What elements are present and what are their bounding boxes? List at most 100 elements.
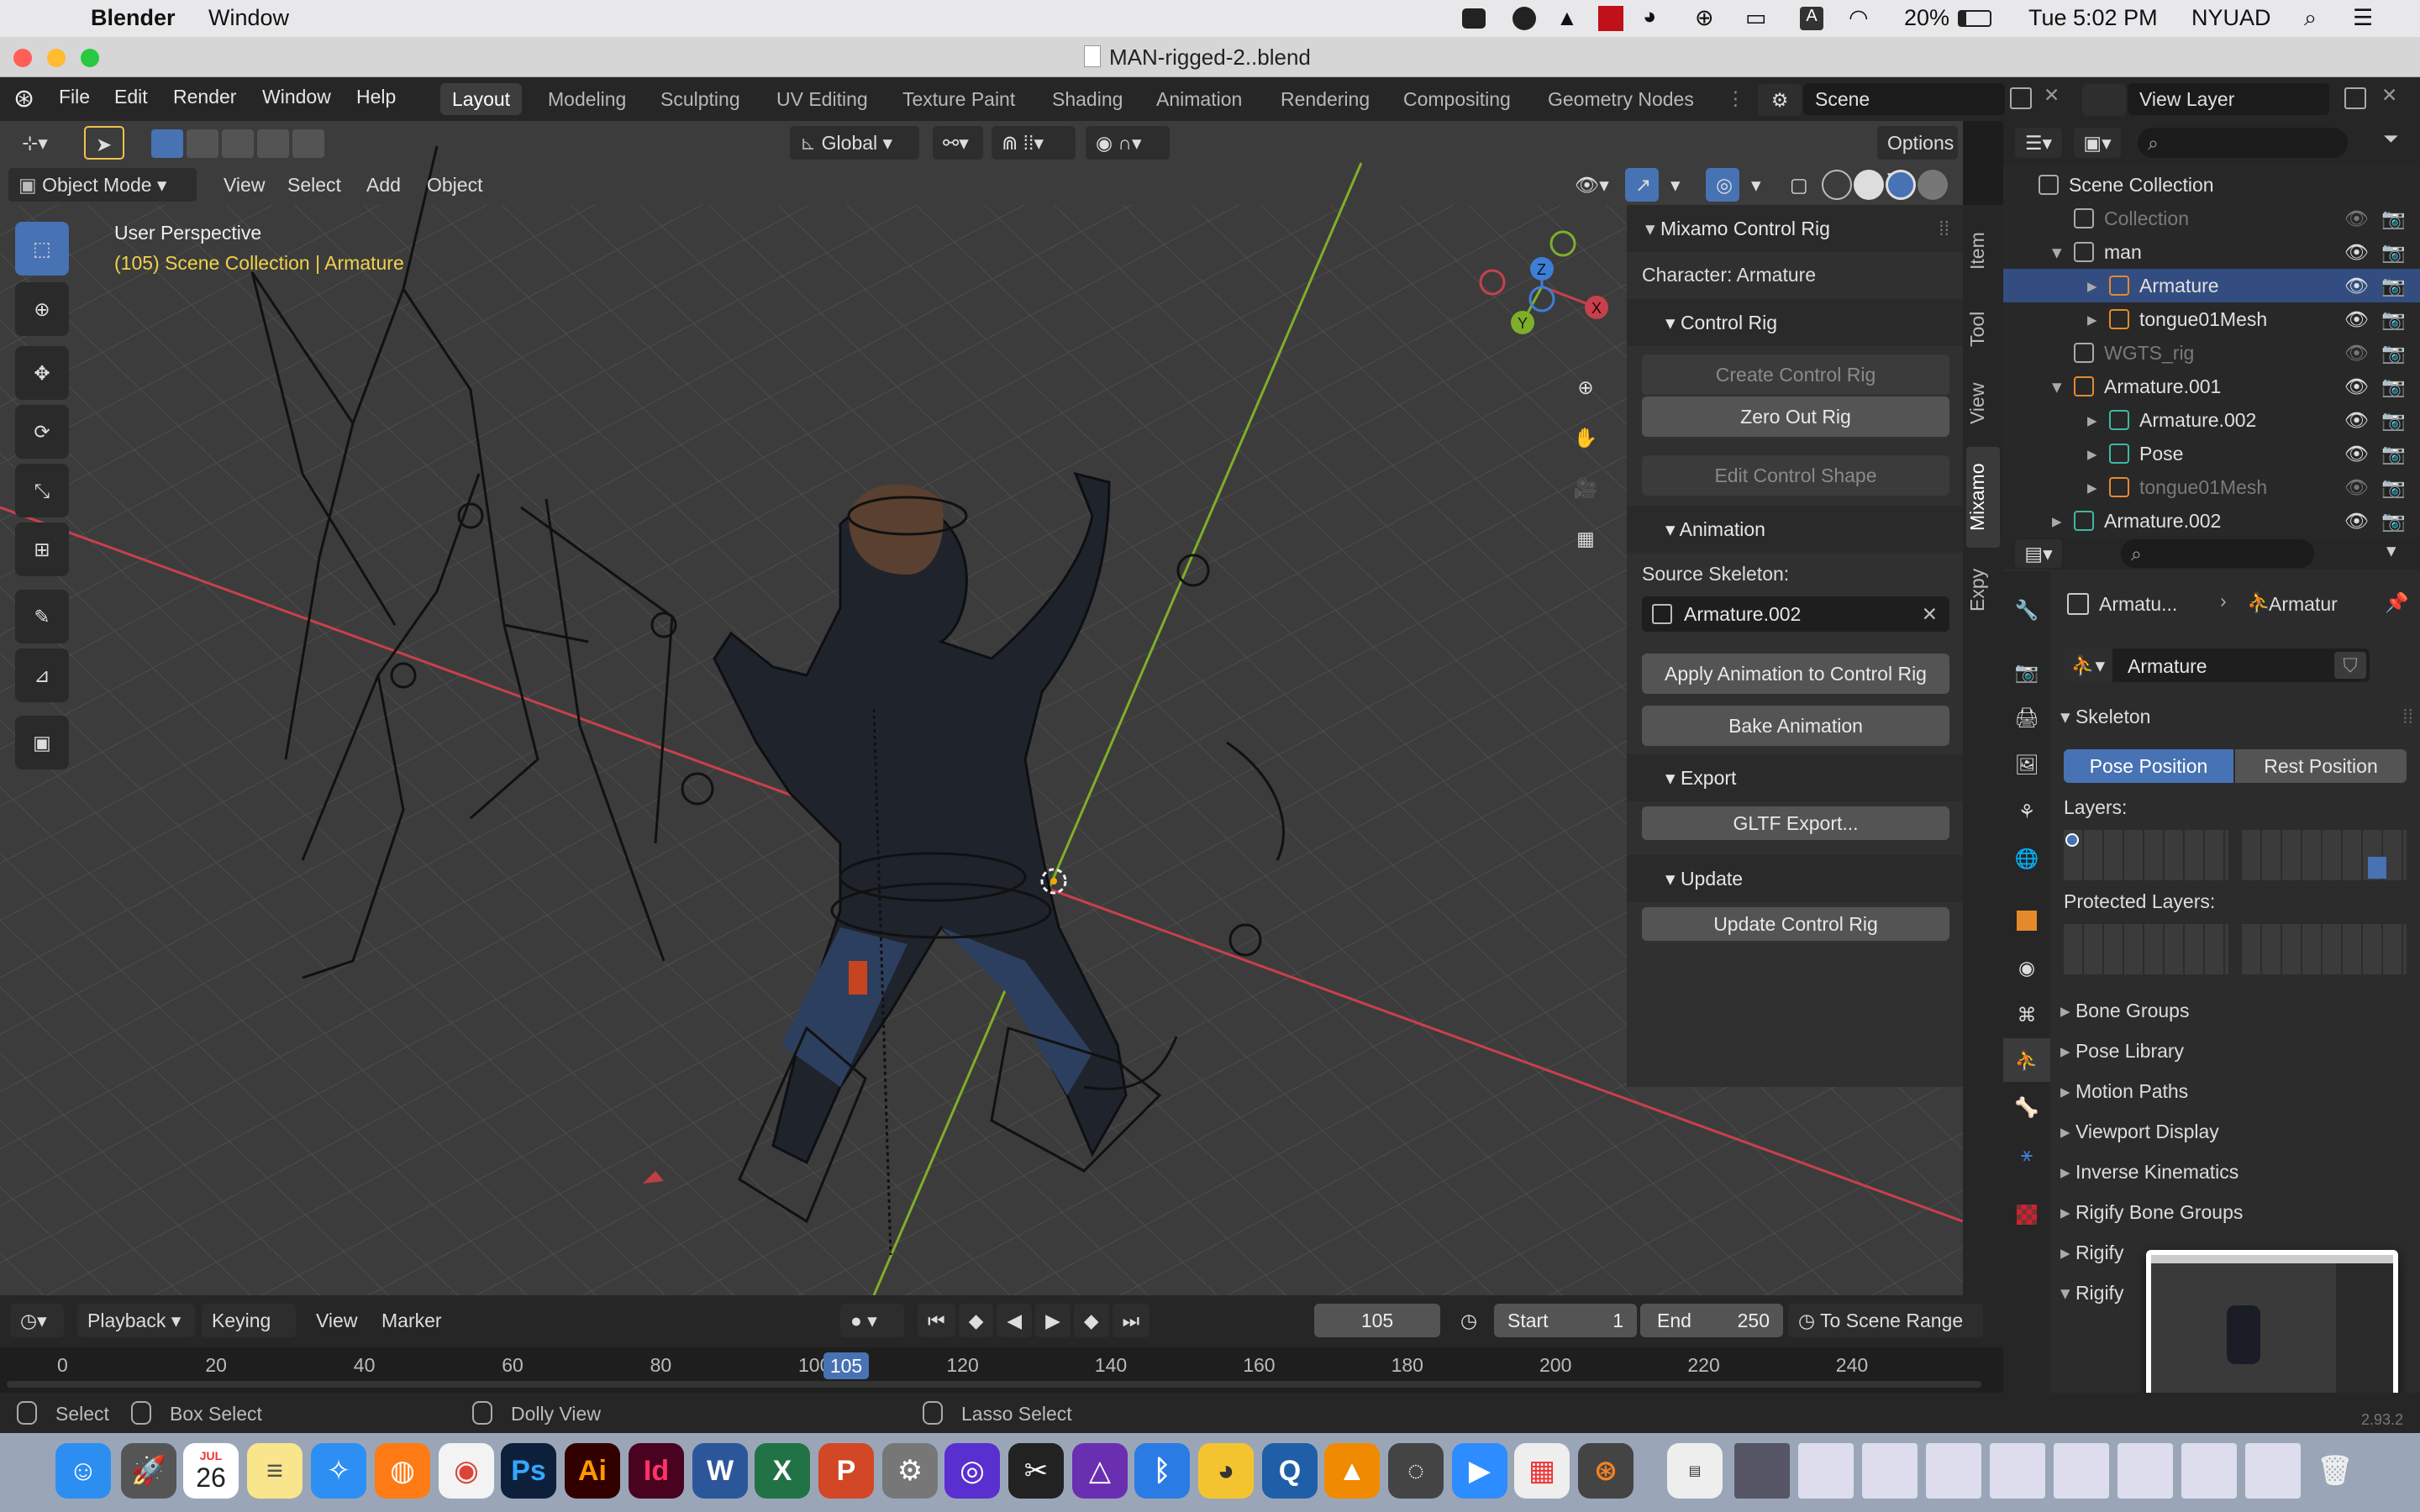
select-mode-subtract-icon[interactable]	[222, 129, 254, 158]
sidebar-tab-tool[interactable]: Tool	[1966, 296, 2000, 363]
texture-properties-icon[interactable]	[2003, 1193, 2050, 1236]
tab-uv-editing[interactable]: UV Editing	[765, 83, 880, 115]
tool-scale-icon[interactable]: ⤡	[15, 464, 69, 517]
creature-menu-icon[interactable]: ◕	[1643, 3, 1656, 29]
datablock-browse-icon[interactable]: ⛹▾	[2064, 648, 2112, 682]
visibility-eye-icon[interactable]: 👁	[2344, 235, 2369, 269]
quicktime-icon[interactable]: Q	[1262, 1443, 1318, 1499]
menu-help[interactable]: Help	[356, 86, 396, 108]
layers-grid-right[interactable]	[2242, 830, 2407, 880]
outliner-row[interactable]: ▸ tongue01Mesh 👁 📷	[2003, 302, 2420, 336]
panel-pose-library[interactable]: ▸ Pose Library	[2060, 1032, 2413, 1070]
launchpad-icon[interactable]: 🚀	[121, 1443, 176, 1499]
outliner-editor-type-icon[interactable]: ☰▾	[2015, 128, 2062, 158]
recent-doc-4-icon[interactable]	[1990, 1443, 2045, 1499]
new-scene-icon[interactable]	[2010, 87, 2032, 109]
outliner-row[interactable]: Scene Collection	[2003, 168, 2420, 202]
fbx-file-icon[interactable]: ▤	[1667, 1443, 1723, 1499]
recent-doc-6-icon[interactable]	[2118, 1443, 2173, 1499]
object-mode-dropdown[interactable]: ▣ Object Mode ▾	[8, 168, 197, 202]
timeline-menu-view[interactable]: View	[306, 1304, 367, 1337]
select-mode-invert-icon[interactable]	[257, 129, 289, 158]
options-dropdown[interactable]: Options ▾	[1877, 126, 1958, 187]
section-control-rig[interactable]: ▾ Control Rig	[1627, 299, 1963, 346]
outliner-search-input[interactable]: ⌕	[2138, 128, 2348, 158]
tab-sculpting[interactable]: Sculpting	[649, 83, 752, 115]
keying-dropdown[interactable]: Keying ▾	[202, 1304, 296, 1365]
wifi-icon[interactable]: ◠	[1849, 5, 1869, 31]
chrome-icon[interactable]: ◉	[439, 1443, 494, 1499]
render-camera-icon[interactable]: 📷	[2381, 302, 2406, 336]
playback-dropdown[interactable]: Playback ▾	[77, 1304, 195, 1337]
select-mode-intersect-icon[interactable]	[292, 129, 324, 158]
protected-layers-grid-left[interactable]	[2064, 924, 2228, 974]
fake-user-shield-icon[interactable]: ⛉	[2334, 652, 2366, 679]
expand-arrow-icon[interactable]: ▸	[2087, 302, 2097, 336]
outliner-row[interactable]: WGTS_rig 👁 📷	[2003, 336, 2420, 370]
world-properties-icon[interactable]: 🌐	[2003, 837, 2050, 880]
blender-logo-icon[interactable]: ⊛	[13, 84, 34, 113]
recent-doc-1-icon[interactable]	[1798, 1443, 1854, 1499]
mac-menu-window[interactable]: Window	[208, 5, 289, 31]
input-source-icon[interactable]: A	[1800, 7, 1823, 30]
visibility-eye-icon[interactable]: 👁	[2344, 269, 2369, 302]
pan-hand-icon[interactable]: ✋	[1563, 415, 1608, 460]
play-reverse-icon[interactable]: ◀	[997, 1304, 1033, 1337]
skeleton-drag-icon[interactable]: ⁞⁞	[2402, 697, 2413, 736]
tool-properties-icon[interactable]: 🔧	[2003, 588, 2050, 632]
expand-arrow-icon[interactable]: ▸	[2087, 437, 2097, 470]
overlays-dropdown-icon[interactable]: ▾	[1741, 168, 1766, 202]
render-camera-icon[interactable]: 📷	[2381, 437, 2406, 470]
menu-file[interactable]: File	[59, 86, 90, 108]
tool-rotate-icon[interactable]: ⟳	[15, 405, 69, 459]
expand-arrow-icon[interactable]: ▸	[2087, 269, 2097, 302]
material-preview-shading-icon[interactable]	[1886, 170, 1916, 200]
3d-viewport[interactable]: ⊹▾ ➤ ⊾ Global ▾ ⚯▾ ⋒ ⁞⁞▾ ◉ ∩▾ Options ▾ …	[0, 121, 1963, 1295]
finder-icon[interactable]: ☺	[55, 1443, 111, 1499]
visibility-eye-icon[interactable]: 👁	[2344, 202, 2369, 235]
layer-selected-cell[interactable]	[2368, 857, 2386, 879]
tab-animation[interactable]: Animation	[1144, 83, 1254, 115]
rest-position-button[interactable]: Rest Position	[2235, 749, 2407, 783]
tool-select-box-icon[interactable]: ⬚	[15, 222, 69, 276]
zoom-icon[interactable]: ⊕	[1563, 365, 1608, 410]
image-thumbnail-icon[interactable]	[1734, 1443, 1790, 1499]
close-window-button[interactable]	[13, 49, 32, 67]
tool-cursor-icon[interactable]: ⊕	[15, 282, 69, 336]
object-constraint-icon[interactable]: ⌘	[2003, 993, 2050, 1037]
minimize-window-button[interactable]	[47, 49, 66, 67]
vlc-icon[interactable]: ▲	[1324, 1443, 1380, 1499]
properties-options-icon[interactable]: ▾	[2386, 539, 2396, 562]
next-keyframe-icon[interactable]: ◆	[1073, 1304, 1109, 1337]
expand-arrow-icon[interactable]: ▸	[2087, 470, 2097, 504]
photoshop-icon[interactable]: Ps	[501, 1443, 556, 1499]
tab-shading[interactable]: Shading	[1040, 83, 1134, 115]
filter-icon[interactable]: ⏷	[2383, 128, 2398, 150]
panel-viewport-display[interactable]: ▸ Viewport Display	[2060, 1112, 2413, 1151]
pose-position-button[interactable]: Pose Position	[2064, 749, 2233, 783]
cyberduck-icon[interactable]: ◕	[1198, 1443, 1254, 1499]
vlc-menu-icon[interactable]: ▲	[1556, 5, 1578, 31]
viewport-menu-select[interactable]: Select	[277, 168, 351, 202]
outliner-row[interactable]: ▾ Armature.001 👁 📷	[2003, 370, 2420, 403]
outliner-row[interactable]: ▸ Armature 👁 📷	[2003, 269, 2420, 302]
powerpoint-icon[interactable]: P	[818, 1443, 874, 1499]
timeline-scrollbar[interactable]	[7, 1381, 1981, 1388]
tabs-overflow-icon[interactable]: ⋮	[1726, 87, 1745, 110]
tool-transform-icon[interactable]: ⊞	[15, 522, 69, 576]
scene-browse-icon[interactable]: ⚙	[1758, 84, 1802, 116]
sidebar-tab-expy[interactable]: Expy	[1966, 556, 2000, 623]
section-export[interactable]: ▾ Export	[1627, 754, 1963, 801]
viewport-menu-view[interactable]: View	[213, 168, 275, 202]
auto-keying-icon[interactable]: ● ▾	[840, 1304, 904, 1337]
layer-active-dot[interactable]	[2065, 833, 2079, 847]
navigation-gizmo[interactable]: X Y Z	[1462, 223, 1630, 366]
start-frame-field[interactable]: Start 1	[1494, 1304, 1637, 1337]
view-layer-selector[interactable]: View Layer	[2128, 83, 2329, 115]
tool-move-icon[interactable]: ✥	[15, 346, 69, 400]
layers-grid-left[interactable]	[2064, 830, 2228, 880]
camera-view-icon[interactable]: 🎥	[1563, 465, 1608, 511]
apply-animation-button[interactable]: Apply Animation to Control Rig	[1642, 654, 1949, 694]
menu-render[interactable]: Render	[173, 86, 236, 108]
expand-arrow-icon[interactable]: ▸	[2052, 504, 2062, 538]
